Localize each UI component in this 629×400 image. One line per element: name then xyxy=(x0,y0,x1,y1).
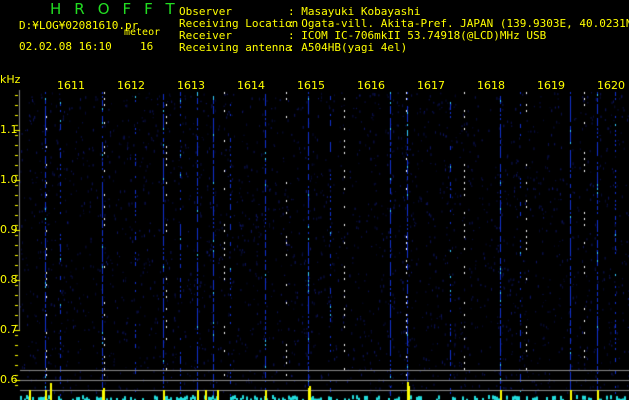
y-unit-label: kHz xyxy=(0,73,21,86)
antenna-label: Receiving antenna xyxy=(179,41,292,54)
app-title: HROFFT xyxy=(50,0,188,18)
time-tick-label: 1613 xyxy=(177,79,205,92)
y-tick-label: 0.8 xyxy=(0,273,18,286)
mode-label: meteor xyxy=(124,27,161,38)
spectrogram-canvas xyxy=(0,0,629,400)
file-path: D:¥LOG¥02081610.pr xyxy=(19,19,139,32)
y-tick-label: 0.7 xyxy=(0,323,18,336)
time-tick-label: 1614 xyxy=(237,79,265,92)
time-tick-label: 1619 xyxy=(537,79,565,92)
antenna-value: : A504HB(yagi 4el) xyxy=(288,41,408,54)
y-tick-label: 1.1 xyxy=(0,123,18,136)
location-label: Receiving Location xyxy=(179,17,299,30)
time-tick-label: 1616 xyxy=(357,79,385,92)
count: 16 xyxy=(140,40,154,53)
receiver-label: Receiver xyxy=(179,29,232,42)
y-tick-label: 1.0 xyxy=(0,173,18,186)
time-tick-label: 1611 xyxy=(57,79,85,92)
receiver-value: : ICOM IC-706mkII 53.74918(@LCD)MHz USB xyxy=(288,29,547,42)
time-tick-label: 1617 xyxy=(417,79,445,92)
time-tick-label: 1618 xyxy=(477,79,505,92)
location-value: : Ogata-vill. Akita-Pref. JAPAN (139.930… xyxy=(288,17,629,30)
observer-label: Observer xyxy=(179,5,232,18)
time-tick-label: 1620 xyxy=(597,79,625,92)
datetime: 02.02.08 16:10 xyxy=(19,40,112,53)
y-tick-label: 0.6 xyxy=(0,373,18,386)
observer-value: : Masayuki Kobayashi xyxy=(288,5,421,18)
time-tick-label: 1615 xyxy=(297,79,325,92)
y-tick-label: 0.9 xyxy=(0,223,18,236)
time-tick-label: 1612 xyxy=(117,79,145,92)
